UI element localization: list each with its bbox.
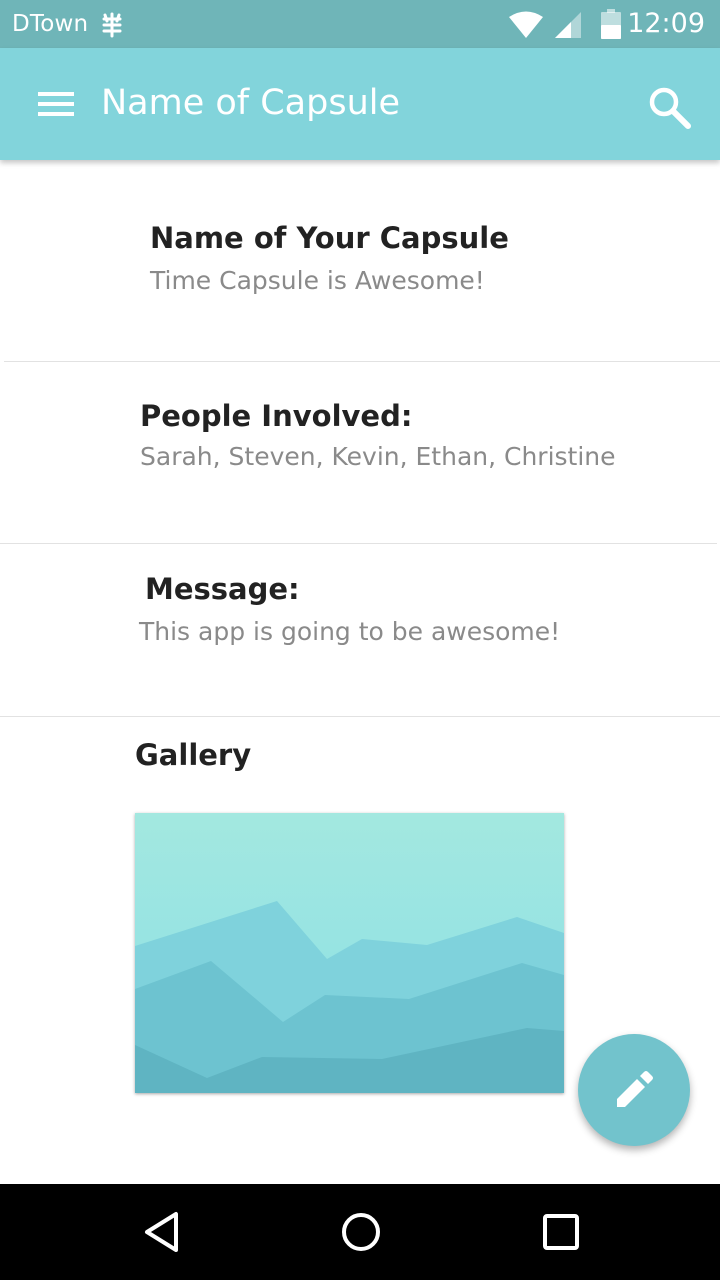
navigation-bar [0,1184,720,1280]
edit-fab-button[interactable] [578,1034,690,1146]
search-icon[interactable] [646,84,692,130]
home-icon[interactable] [337,1208,385,1256]
carrier-name: DTown [12,11,89,37]
edit-pencil-icon [617,1071,653,1107]
people-involved-label: People Involved: [140,399,413,433]
people-involved-value[interactable]: Sarah, Steven, Kevin, Ethan, Christine [140,441,616,473]
status-bar: DTown 12:09 [0,0,720,48]
wifi-icon [509,11,543,38]
recents-icon[interactable] [537,1208,585,1256]
divider [0,716,720,717]
gallery-label: Gallery [135,738,252,772]
capsule-name-value[interactable]: Time Capsule is Awesome! [150,265,485,297]
landscape-image-icon [135,813,564,1093]
app-bar: Name of Capsule [0,48,720,160]
message-label: Message: [145,572,300,606]
carrier-roaming-icon [102,12,122,38]
hamburger-menu-icon[interactable] [32,84,80,124]
divider [0,543,717,544]
screen: DTown 12:09 Name of Capsule Name of Your… [0,0,720,1280]
divider [4,361,720,362]
clock: 12:09 [627,8,705,39]
capsule-name-label: Name of Your Capsule [150,221,509,255]
message-value[interactable]: This app is going to be awesome! [139,616,560,648]
battery-icon [601,9,621,39]
gallery-image-thumbnail[interactable] [135,813,564,1093]
back-icon[interactable] [138,1208,186,1256]
cell-signal-icon [555,12,581,38]
app-title: Name of Capsule [101,83,401,123]
